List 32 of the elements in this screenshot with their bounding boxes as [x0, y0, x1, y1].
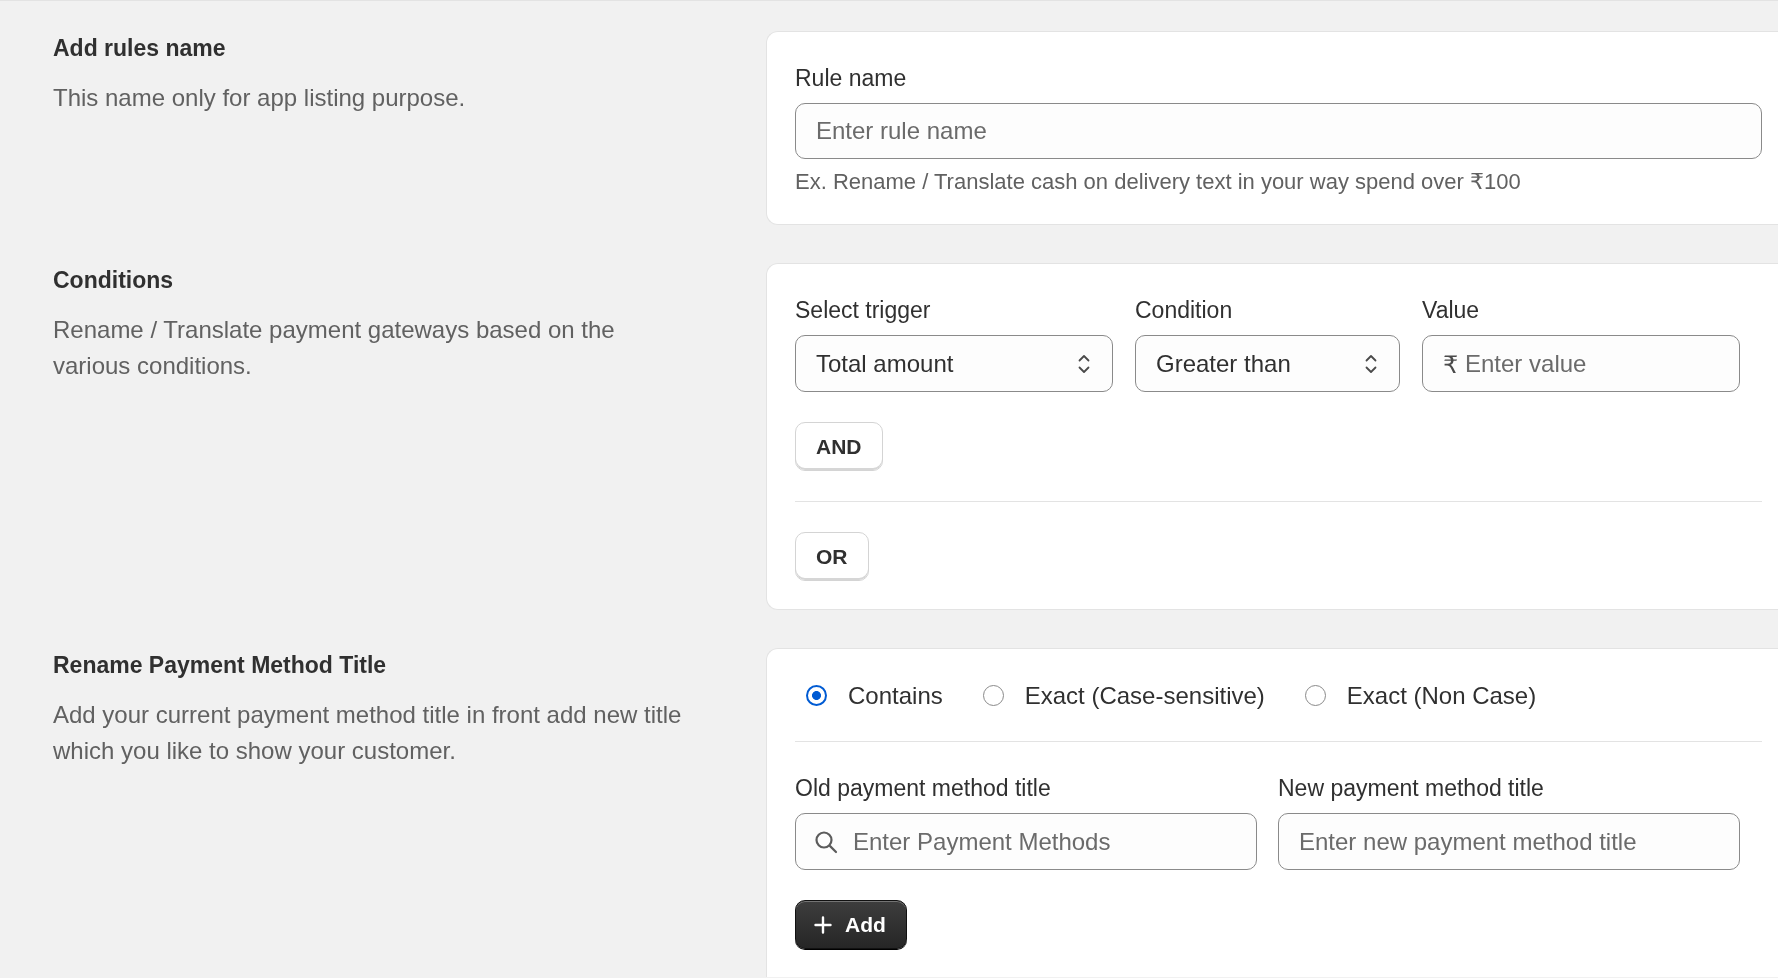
field-label: Rule name: [795, 64, 907, 93]
section-description: This name only for app listing purpose.: [53, 83, 466, 113]
chevron-up-down-icon: [1078, 353, 1090, 374]
search-icon: [814, 829, 838, 854]
radio-label[interactable]: Exact (Non Case): [1346, 681, 1537, 710]
add-button[interactable]: Add: [795, 900, 907, 949]
field-label: Old payment method title: [795, 774, 1051, 803]
radio-label[interactable]: Exact (Case-sensitive): [1024, 681, 1265, 710]
dropdown-field[interactable]: Greater than: [1135, 335, 1400, 392]
and-button[interactable]: AND: [795, 422, 883, 471]
radio-button[interactable]: [1304, 685, 1326, 706]
currency-symbol: ₹: [1443, 349, 1459, 378]
help-text: Ex. Rename / Translate cash on delivery text in your way spend over ₹100: [795, 168, 1521, 196]
text-field[interactable]: Enter rule name: [795, 103, 1762, 159]
section-description: Rename / Translate payment gateways based on the various conditions.: [53, 315, 616, 381]
radio-button[interactable]: [806, 685, 827, 706]
section-title: Add rules name: [53, 34, 226, 63]
radio-button[interactable]: [982, 685, 1004, 706]
search-field[interactable]: Enter Payment Methods: [795, 813, 1257, 870]
section-title: Conditions: [53, 266, 174, 295]
field-label: Value: [1422, 296, 1480, 325]
plus-icon: [814, 915, 832, 934]
field-label: New payment method title: [1278, 774, 1544, 803]
text-field[interactable]: Enter new payment method title: [1278, 813, 1740, 870]
radio-label[interactable]: Contains: [848, 681, 943, 710]
dropdown-field[interactable]: Total amount: [795, 335, 1113, 392]
chevron-up-down-icon: [1365, 353, 1377, 374]
field-label: Select trigger: [795, 296, 931, 325]
section-title: Rename Payment Method Title: [53, 651, 387, 680]
or-button[interactable]: OR: [795, 532, 869, 581]
section-description: Add your current payment method title in front add new title which you like to show your customer.: [53, 700, 683, 766]
field-label: Condition: [1135, 296, 1233, 325]
